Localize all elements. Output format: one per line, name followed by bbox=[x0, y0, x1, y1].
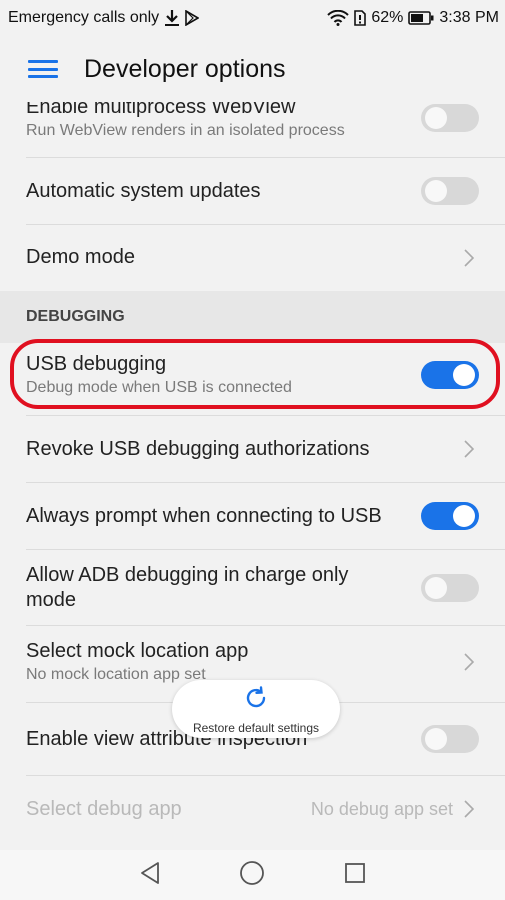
app-bar: Developer options bbox=[0, 36, 505, 102]
setting-value: No debug app set bbox=[310, 798, 453, 819]
auto-updates-toggle[interactable] bbox=[421, 177, 479, 205]
chevron-right-icon bbox=[459, 648, 479, 676]
setting-automatic-updates[interactable]: Automatic system updates bbox=[0, 158, 505, 224]
battery-percent: 62% bbox=[371, 9, 404, 26]
setting-always-prompt-usb[interactable]: Always prompt when connecting to USB bbox=[0, 483, 505, 549]
status-bar: Emergency calls only 62% 3:38 PM bbox=[0, 0, 505, 36]
home-icon[interactable] bbox=[239, 860, 265, 891]
multiprocess-toggle[interactable] bbox=[421, 104, 479, 132]
setting-title: Demo mode bbox=[26, 246, 135, 268]
back-icon[interactable] bbox=[139, 861, 161, 890]
chevron-right-icon bbox=[459, 435, 479, 463]
setting-subtitle: Debug mode when USB is connected bbox=[26, 378, 292, 396]
setting-title: USB debugging bbox=[26, 352, 167, 375]
setting-title: Revoke USB debugging authorizations bbox=[26, 437, 370, 460]
clock: 3:38 PM bbox=[439, 9, 499, 26]
battery-icon bbox=[408, 11, 434, 25]
settings-list[interactable]: Enable multiprocess WebView Run WebView … bbox=[0, 102, 505, 850]
chevron-right-icon bbox=[459, 795, 479, 823]
status-text: Emergency calls only bbox=[8, 9, 160, 26]
section-header-debugging: DEBUGGING bbox=[0, 291, 505, 343]
view-attribute-toggle[interactable] bbox=[421, 725, 479, 753]
setting-revoke-usb-authorizations[interactable]: Revoke USB debugging authorizations bbox=[0, 416, 505, 482]
restore-default-button[interactable]: Restore default settings bbox=[172, 680, 340, 738]
restore-default-label: Restore default settings bbox=[192, 720, 320, 735]
status-bar-left: Emergency calls only bbox=[8, 9, 200, 27]
wifi-icon bbox=[327, 10, 350, 26]
setting-title: Always prompt when connecting to USB bbox=[26, 504, 382, 527]
setting-demo-mode[interactable]: Demo mode bbox=[0, 225, 505, 290]
hamburger-menu-icon[interactable] bbox=[28, 57, 58, 81]
download-icon bbox=[164, 9, 180, 27]
refresh-icon bbox=[242, 684, 270, 717]
page-title: Developer options bbox=[84, 54, 286, 83]
setting-title: Select debug app bbox=[26, 797, 182, 820]
setting-usb-debugging[interactable]: USB debugging Debug mode when USB is con… bbox=[0, 343, 505, 407]
setting-title: Select mock location app bbox=[26, 639, 249, 662]
setting-multiprocess-webview[interactable]: Enable multiprocess WebView Run WebView … bbox=[0, 102, 505, 146]
status-bar-right: 62% 3:38 PM bbox=[327, 9, 499, 27]
setting-subtitle: Run WebView renders in an isolated proce… bbox=[26, 121, 345, 139]
chevron-right-icon bbox=[459, 244, 479, 272]
always-prompt-toggle[interactable] bbox=[421, 502, 479, 530]
adb-charge-toggle[interactable] bbox=[421, 573, 479, 602]
recents-icon[interactable] bbox=[344, 862, 366, 889]
navigation-bar bbox=[0, 850, 505, 900]
play-store-icon bbox=[185, 10, 200, 26]
setting-title: Automatic system updates bbox=[26, 179, 261, 202]
setting-select-debug-app[interactable]: Select debug app No debug app set bbox=[0, 776, 505, 842]
setting-title: Enable multiprocess WebView bbox=[26, 102, 296, 118]
sim-alert-icon bbox=[354, 10, 367, 26]
usb-debugging-toggle[interactable] bbox=[421, 361, 479, 389]
setting-title: Allow ADB debugging in charge only mode bbox=[26, 563, 349, 611]
setting-adb-charge-only[interactable]: Allow ADB debugging in charge only mode bbox=[0, 550, 505, 625]
